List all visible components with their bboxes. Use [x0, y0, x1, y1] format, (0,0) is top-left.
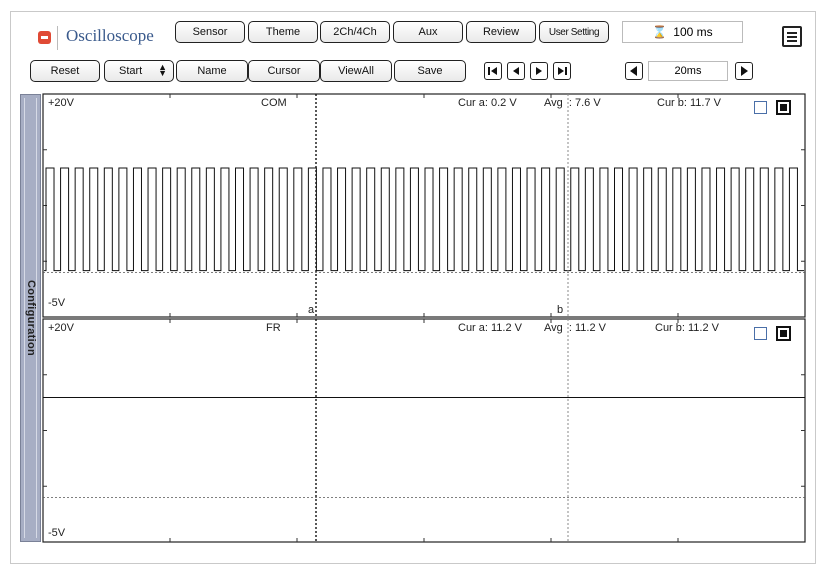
fr-visible-checkbox[interactable]: [754, 327, 767, 340]
fr-plot-area[interactable]: [42, 318, 806, 543]
fr-cur-b: Cur b: 11.2 V: [655, 322, 720, 334]
cursor-b-label: b: [557, 304, 563, 316]
scope-display[interactable]: +20V -5V COM Cur a: 0.2 V Avg : 7.6 V Cu…: [0, 0, 824, 579]
fr-cur-a: Cur a: 11.2 V: [458, 322, 523, 334]
com-ymax-label: +20V: [48, 97, 75, 109]
com-visible-checkbox[interactable]: [754, 101, 767, 114]
com-ymin-label: -5V: [48, 297, 66, 309]
com-plot-area[interactable]: [42, 93, 806, 318]
fr-channel-name: FR: [266, 322, 281, 334]
com-channel-name: COM: [261, 97, 287, 109]
com-cur-b: Cur b: 11.7 V: [657, 97, 722, 109]
fr-ymin-label: -5V: [48, 527, 66, 539]
com-cur-a: Cur a: 0.2 V: [458, 97, 517, 109]
fr-ymax-label: +20V: [48, 322, 75, 334]
com-avg: Avg : 7.6 V: [544, 97, 601, 109]
com-fill-toggle[interactable]: [776, 100, 791, 115]
fr-fill-toggle[interactable]: [776, 326, 791, 341]
fr-avg: Avg : 11.2 V: [544, 322, 607, 334]
cursor-a-label: a: [308, 304, 315, 316]
